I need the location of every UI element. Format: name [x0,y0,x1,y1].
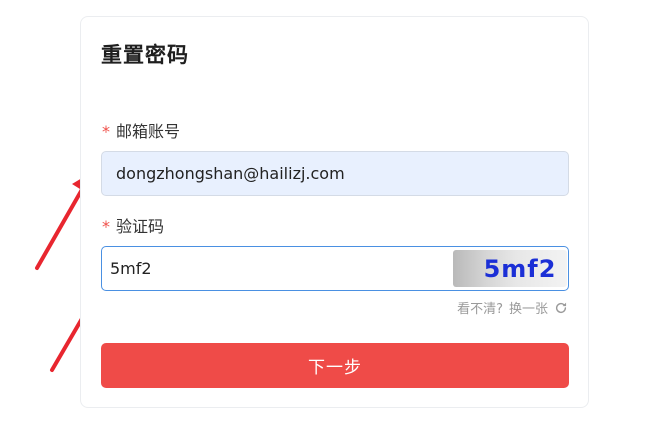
email-label: * 邮箱账号 [102,118,180,142]
required-mark: * [102,122,110,141]
refresh-link[interactable]: 换一张 [509,298,548,317]
captcha-refresh[interactable]: 看不清? 换一张 [457,298,568,317]
page: 重置密码 * 邮箱账号 * 验证码 5mf2 看不清? 换一张 下一步 [0,0,651,428]
captcha-field-wrapper: 5mf2 [101,246,569,291]
required-mark: * [102,217,110,236]
captcha-image[interactable]: 5mf2 [453,250,567,287]
email-label-text: 邮箱账号 [116,122,181,141]
captcha-input[interactable] [102,247,458,290]
refresh-icon[interactable] [554,301,568,315]
captcha-label-text: 验证码 [116,217,165,236]
refresh-hint: 看不清? [457,302,503,317]
reset-password-card: 重置密码 * 邮箱账号 * 验证码 5mf2 看不清? 换一张 下一步 [80,16,589,408]
next-step-button[interactable]: 下一步 [101,343,569,388]
captcha-label: * 验证码 [102,213,164,237]
captcha-image-text: 5mf2 [483,254,557,283]
email-field[interactable] [101,151,569,196]
page-title: 重置密码 [101,43,189,67]
